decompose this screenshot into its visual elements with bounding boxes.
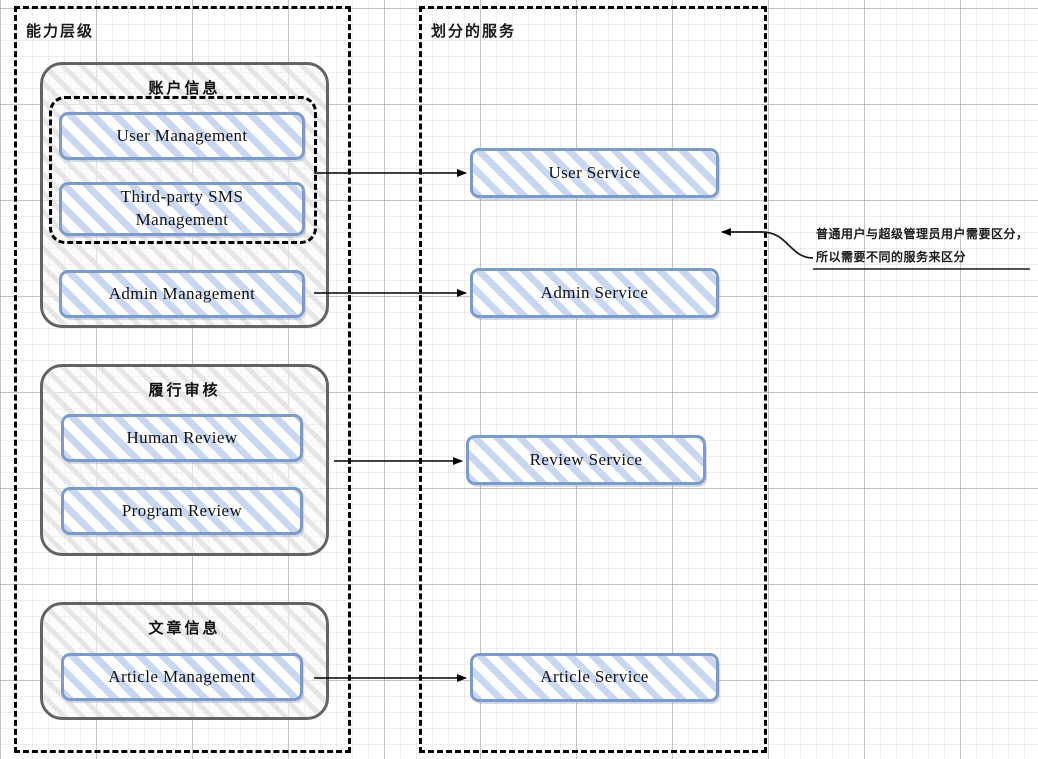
lane-services: [419, 6, 767, 753]
box-admin-management-label: Admin Management: [108, 283, 256, 303]
box-user-service[interactable]: User Service: [470, 148, 719, 198]
box-third-party-sms-management[interactable]: Third-party SMS Management: [59, 182, 305, 236]
box-admin-service[interactable]: Admin Service: [470, 268, 719, 318]
lane-capability-title: 能力层级: [26, 22, 95, 40]
diagram-canvas: 能力层级 划分的服务 账户信息 User Management Third-pa…: [0, 0, 1038, 759]
box-review-service[interactable]: Review Service: [466, 435, 706, 485]
annotation-text: 普通用户与超级管理员用户需要区分，所以需要不同的服务来区分: [816, 227, 1029, 265]
box-review-service-label: Review Service: [529, 449, 643, 469]
group-review-title: 履行审核: [148, 381, 221, 399]
box-article-service[interactable]: Article Service: [470, 653, 719, 702]
box-human-review[interactable]: Human Review: [61, 414, 303, 462]
box-article-service-label: Article Service: [540, 667, 649, 687]
lane-services-title: 划分的服务: [431, 22, 517, 40]
box-admin-service-label: Admin Service: [540, 282, 649, 302]
box-human-review-label: Human Review: [126, 427, 238, 447]
group-account-info-title: 账户信息: [148, 79, 221, 97]
group-article-info-title: 文章信息: [148, 619, 221, 637]
box-user-management[interactable]: User Management: [59, 112, 305, 160]
box-article-management[interactable]: Article Management: [61, 653, 303, 701]
box-admin-management[interactable]: Admin Management: [59, 270, 305, 318]
box-article-management-label: Article Management: [108, 666, 256, 686]
box-program-review[interactable]: Program Review: [61, 487, 303, 535]
box-third-party-sms-management-label: Third-party SMS Management: [120, 187, 244, 229]
box-user-management-label: User Management: [116, 125, 248, 145]
box-program-review-label: Program Review: [121, 500, 243, 520]
box-user-service-label: User Service: [548, 162, 641, 182]
